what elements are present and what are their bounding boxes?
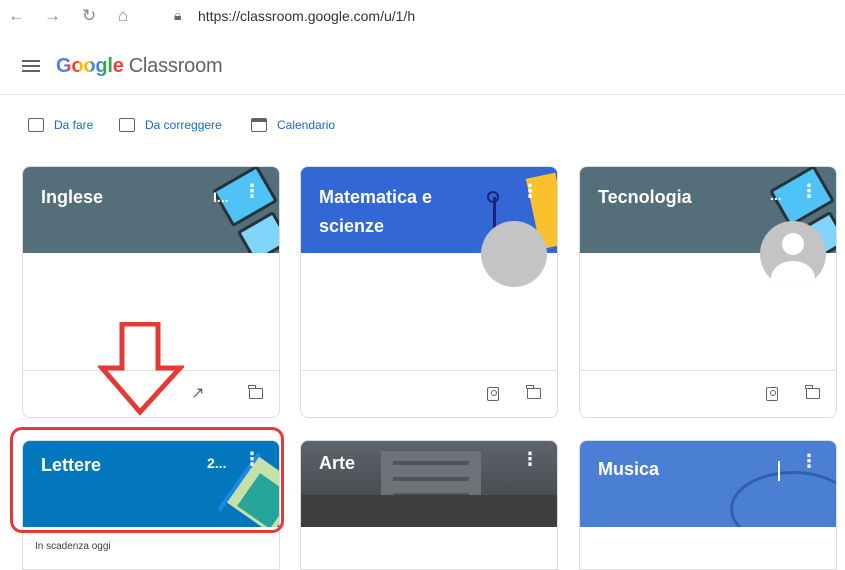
- more-options-icon[interactable]: ⋮: [521, 449, 539, 470]
- forward-icon[interactable]: →: [44, 6, 61, 26]
- browser-toolbar: ← → ↻ ⌂ 🔒︎ https://classroom.google.com/…: [0, 0, 845, 36]
- trending-icon[interactable]: ↗: [191, 383, 204, 403]
- lock-icon: 🔒︎: [174, 7, 182, 23]
- todo-label: Da fare: [54, 118, 94, 132]
- course-title[interactable]: Musica: [598, 455, 748, 484]
- todo-link[interactable]: Da fare: [28, 118, 93, 132]
- due-today-label: In scadenza oggi: [35, 541, 111, 552]
- course-title[interactable]: Matematica e scienze: [319, 183, 469, 241]
- course-banner[interactable]: Inglese I... ⋮: [23, 167, 279, 253]
- course-banner[interactable]: Musica ⋮: [580, 441, 836, 527]
- course-card-matematica[interactable]: Matematica e scienze ⋮: [300, 166, 558, 418]
- home-icon[interactable]: ⌂: [118, 6, 128, 26]
- banner-text: I...: [213, 189, 229, 205]
- back-icon[interactable]: ←: [8, 6, 25, 26]
- calendar-icon: [251, 118, 267, 132]
- card-footer: [301, 370, 557, 417]
- folder-icon[interactable]: [248, 385, 263, 399]
- todo-icon: [28, 118, 44, 132]
- calendar-link[interactable]: Calendario: [251, 118, 335, 132]
- review-icon: [119, 118, 135, 132]
- course-title[interactable]: Tecnologia: [598, 183, 748, 212]
- card-footer: [580, 370, 836, 417]
- reload-icon[interactable]: ↻: [82, 6, 96, 26]
- course-title[interactable]: Arte: [319, 449, 469, 478]
- portrait-icon[interactable]: [766, 387, 778, 401]
- app-logo[interactable]: Google Classroom: [56, 55, 223, 78]
- logo-google: Google: [56, 55, 124, 77]
- portrait-icon[interactable]: [487, 387, 499, 401]
- annotation-highlight: [10, 427, 284, 533]
- folder-icon[interactable]: [526, 385, 541, 399]
- teacher-avatar[interactable]: [760, 221, 826, 287]
- banner-text: ...: [770, 187, 782, 203]
- more-options-icon[interactable]: ⋮: [800, 181, 818, 202]
- app-header: Google Classroom: [0, 38, 845, 95]
- menu-icon[interactable]: [22, 60, 40, 72]
- course-banner[interactable]: Arte ⋮: [301, 441, 557, 527]
- more-options-icon[interactable]: ⋮: [243, 181, 261, 202]
- review-link[interactable]: Da correggere: [119, 118, 222, 132]
- calendar-label: Calendario: [277, 118, 336, 132]
- folder-icon[interactable]: [805, 385, 820, 399]
- course-title[interactable]: Inglese: [41, 183, 191, 212]
- annotation-arrow-icon: [98, 322, 184, 416]
- more-options-icon[interactable]: ⋮: [800, 451, 818, 472]
- address-bar[interactable]: https://classroom.google.com/u/1/h: [198, 8, 415, 24]
- logo-product: Classroom: [128, 55, 223, 77]
- review-label: Da correggere: [145, 118, 222, 132]
- teacher-avatar[interactable]: [481, 221, 547, 287]
- course-card-tecnologia[interactable]: Tecnologia ... ⋮: [579, 166, 837, 418]
- more-options-icon[interactable]: ⋮: [521, 181, 539, 202]
